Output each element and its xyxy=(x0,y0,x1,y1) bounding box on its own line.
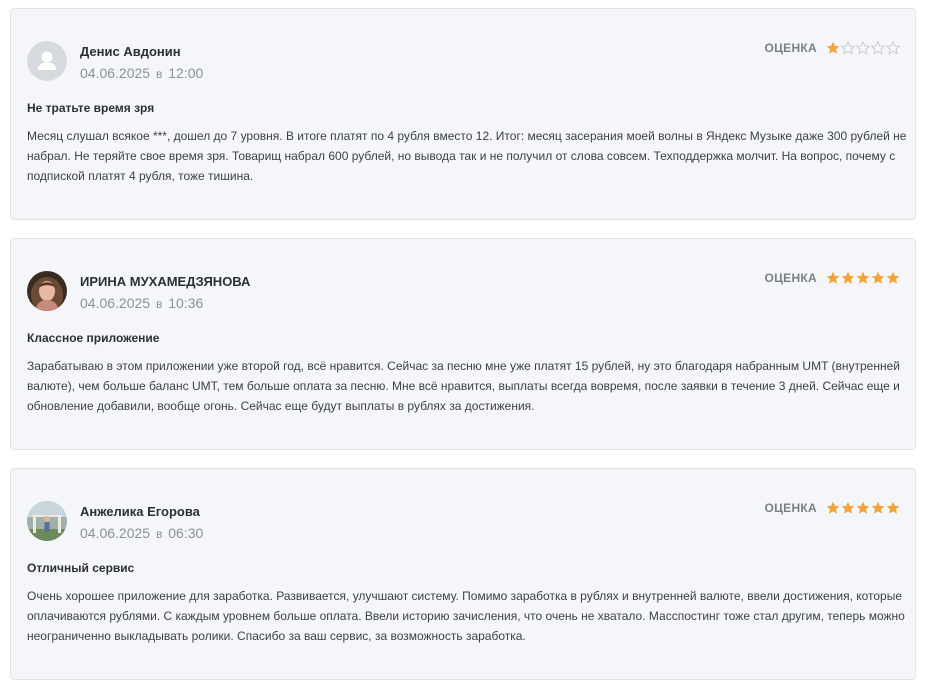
star-empty-icon xyxy=(841,41,855,55)
star-filled-icon xyxy=(856,271,870,284)
rating: ОЦЕНКА xyxy=(764,501,900,515)
time-value: 06:30 xyxy=(168,525,204,541)
date-separator: в xyxy=(155,297,163,311)
star-filled-icon xyxy=(826,501,840,514)
star-empty-icon xyxy=(856,41,870,55)
avatar[interactable] xyxy=(27,271,67,311)
reviews-list: Денис Авдонин 04.06.2025 в 12:00 ОЦЕНКА … xyxy=(0,0,930,694)
default-user-icon xyxy=(27,41,67,81)
user-photo-icon xyxy=(27,271,67,311)
star-filled-icon xyxy=(826,41,840,54)
review-title: Классное приложение xyxy=(27,331,160,345)
rating-label: ОЦЕНКА xyxy=(764,501,817,515)
review-text: Зарабатываю в этом приложении уже второй… xyxy=(27,359,900,413)
star-filled-icon xyxy=(871,501,885,514)
date-separator: в xyxy=(155,67,163,81)
rating-stars xyxy=(826,501,900,515)
author-name[interactable]: Денис Авдонин xyxy=(80,44,181,59)
rating-label: ОЦЕНКА xyxy=(764,41,817,55)
date-separator: в xyxy=(155,527,163,541)
time-value: 10:36 xyxy=(168,295,204,311)
author-name[interactable]: ИРИНА МУХАМЕДЗЯНОВА xyxy=(80,274,250,289)
date-value: 04.06.2025 xyxy=(80,295,151,311)
star-filled-icon xyxy=(856,501,870,514)
user-photo-icon xyxy=(27,501,67,541)
author-name[interactable]: Анжелика Егорова xyxy=(80,504,200,519)
review-card: ИРИНА МУХАМЕДЗЯНОВА 04.06.2025 в 10:36 О… xyxy=(10,238,916,450)
star-empty-icon xyxy=(871,41,885,55)
review-title: Отличный сервис xyxy=(27,561,135,575)
date-value: 04.06.2025 xyxy=(80,525,151,541)
star-filled-icon xyxy=(886,501,900,514)
review-card: Анжелика Егорова 04.06.2025 в 06:30 ОЦЕН… xyxy=(10,468,916,680)
review-card: Денис Авдонин 04.06.2025 в 12:00 ОЦЕНКА … xyxy=(10,8,916,220)
rating: ОЦЕНКА xyxy=(764,41,900,55)
star-filled-icon xyxy=(826,271,840,284)
time-value: 12:00 xyxy=(168,65,204,81)
rating-stars xyxy=(826,271,900,285)
star-filled-icon xyxy=(886,271,900,284)
review-date: 04.06.2025 в 10:36 xyxy=(80,295,203,311)
star-empty-icon xyxy=(886,41,900,55)
review-text: Месяц слушал всякое ***, дошел до 7 уров… xyxy=(27,129,907,183)
review-date: 04.06.2025 в 12:00 xyxy=(80,65,203,81)
date-value: 04.06.2025 xyxy=(80,65,151,81)
star-filled-icon xyxy=(841,271,855,284)
star-filled-icon xyxy=(841,501,855,514)
rating-label: ОЦЕНКА xyxy=(764,271,817,285)
avatar[interactable] xyxy=(27,41,67,81)
review-date: 04.06.2025 в 06:30 xyxy=(80,525,203,541)
star-filled-icon xyxy=(871,271,885,284)
review-text: Очень хорошее приложение для заработка. … xyxy=(27,589,905,643)
review-title: Не тратьте время зря xyxy=(27,101,155,115)
rating-stars xyxy=(826,41,900,55)
rating: ОЦЕНКА xyxy=(764,271,900,285)
avatar[interactable] xyxy=(27,501,67,541)
